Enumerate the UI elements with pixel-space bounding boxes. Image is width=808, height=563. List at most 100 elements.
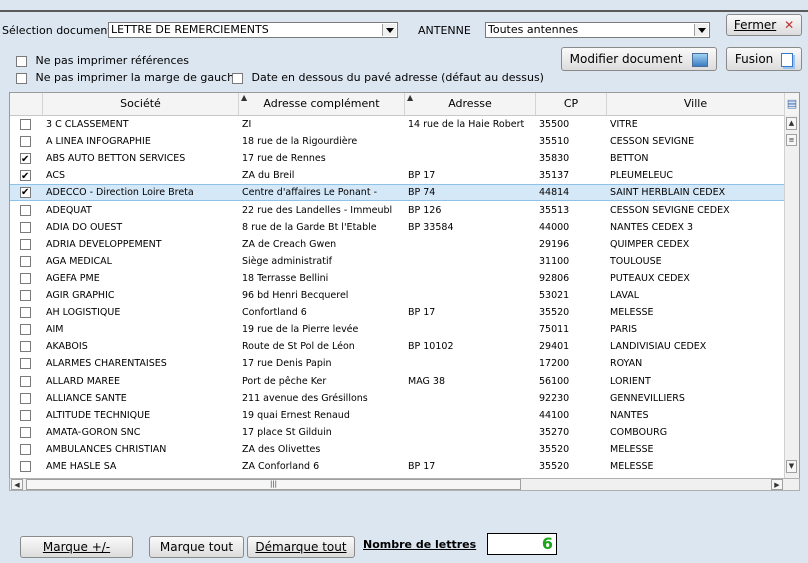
table-row[interactable]: AMBULANCES CHRISTIAN ZA des Olivettes 3552… xyxy=(10,441,786,458)
scroll-up-icon[interactable]: ▲ xyxy=(786,117,797,130)
cell-cp: 31100 xyxy=(539,255,570,267)
row-checkbox[interactable] xyxy=(20,136,31,148)
column-picker-icon[interactable]: ▤ xyxy=(785,93,799,115)
date-below-checkbox[interactable] xyxy=(232,72,243,84)
row-checkbox[interactable] xyxy=(20,290,31,301)
row-checkbox[interactable] xyxy=(20,168,31,184)
marque-tout-button[interactable]: Marque tout xyxy=(149,536,244,558)
document-select[interactable]: LETTRE DE REMERCIEMENTS xyxy=(108,22,398,38)
row-checkbox[interactable] xyxy=(20,204,31,216)
row-checkbox-cell xyxy=(20,133,40,150)
header-adresse-complement[interactable]: ▲ Adresse complément xyxy=(239,93,405,115)
cell-cp: 35500 xyxy=(539,119,570,130)
cell-societe: ACS xyxy=(46,170,65,182)
table-row[interactable]: AGA MEDICAL Siège administratif 31100 TOULO… xyxy=(10,253,786,270)
cell-cp: 35520 xyxy=(539,461,570,472)
row-checkbox[interactable] xyxy=(20,443,31,455)
table-row[interactable]: AKABOIS Route de St Pol de Léon BP 10102 29… xyxy=(10,338,786,355)
demarque-tout-button[interactable]: Démarque tout xyxy=(247,536,355,558)
table-row[interactable]: ADECCO - Direction Loire Breta Centre d'a… xyxy=(10,184,786,202)
hscroll-thumb[interactable]: ||| xyxy=(26,479,521,490)
row-checkbox-cell xyxy=(20,373,40,390)
row-checkbox[interactable] xyxy=(20,324,31,336)
row-checkbox[interactable] xyxy=(20,221,31,233)
table-row[interactable]: AME HASLE SA ZA Conforland 6 BP 17 35520 MEL… xyxy=(10,458,786,475)
fermer-button[interactable]: Fermer ✕ xyxy=(726,14,802,36)
row-checkbox[interactable] xyxy=(20,255,31,267)
scroll-right-icon[interactable]: ▶ xyxy=(771,479,783,490)
row-checkbox[interactable] xyxy=(20,392,31,404)
cell-adresse: BP 33584 xyxy=(408,221,454,233)
row-checkbox[interactable] xyxy=(20,409,31,421)
table-row[interactable]: A LINEA INFOGRAPHIE 18 rue de la Rigourdi… xyxy=(10,133,786,150)
cell-societe: AMBULANCES CHRISTIAN xyxy=(46,443,167,455)
horizontal-scrollbar[interactable]: ◀ ||| ▶ xyxy=(9,478,800,491)
header-ville[interactable]: Ville xyxy=(607,93,785,115)
table-row[interactable]: ABS AUTO BETTON SERVICES 17 rue de Rennes… xyxy=(10,150,786,167)
table-row[interactable]: 3 C CLASSEMENT ZI 14 rue de la Haie Robert… xyxy=(10,116,786,133)
cell-cp: 35520 xyxy=(539,443,570,455)
row-checkbox[interactable] xyxy=(20,151,31,167)
row-checkbox[interactable] xyxy=(20,272,31,284)
table-row[interactable]: ALLIANCE SANTE 211 avenue des Grésillons 9… xyxy=(10,390,786,407)
row-checkbox[interactable] xyxy=(20,426,31,438)
row-checkbox[interactable] xyxy=(20,119,31,130)
row-checkbox[interactable] xyxy=(20,341,31,353)
modifier-document-button[interactable]: Modifier document xyxy=(561,47,717,71)
cell-societe: ABS AUTO BETTON SERVICES xyxy=(46,153,186,165)
scroll-down-icon[interactable]: ▼ xyxy=(786,460,797,473)
vertical-scrollbar[interactable]: ▲ ≡ ▼ xyxy=(784,115,799,489)
table-row[interactable]: AMATA-GORON SNC 17 place St Gilduin 35270 C… xyxy=(10,424,786,441)
fusion-button[interactable]: Fusion xyxy=(726,47,802,71)
table-row[interactable]: ALLARD MAREE Port de pêche Ker MAG 38 56100… xyxy=(10,373,786,390)
letters-grid[interactable]: Société ▲ Adresse complément ▲ Adresse CP … xyxy=(9,92,800,490)
cell-complement: Route de St Pol de Léon xyxy=(242,341,355,353)
scroll-thumb[interactable]: ≡ xyxy=(786,134,797,146)
table-row[interactable]: ADEQUAT 22 rue des Landelles - Immeubl BP … xyxy=(10,202,786,219)
row-checkbox[interactable] xyxy=(20,238,31,250)
table-row[interactable]: ALTITUDE TECHNIQUE 19 quai Ernest Renaud 4… xyxy=(10,407,786,424)
table-row[interactable]: AH LOGISTIQUE Confortland 6 BP 17 35520 MELE… xyxy=(10,304,786,321)
row-checkbox-cell xyxy=(20,304,40,321)
nombre-value: 6 xyxy=(487,533,557,555)
nombre-label: Nombre de lettres xyxy=(363,538,477,551)
no-refs-checkbox[interactable] xyxy=(16,55,27,67)
row-checkbox-cell xyxy=(20,270,40,287)
cell-adresse: BP 74 xyxy=(408,187,436,199)
row-checkbox-cell xyxy=(20,150,40,167)
table-row[interactable]: AGEFA PME 18 Terrasse Bellini 92806 PUTEAUX… xyxy=(10,270,786,287)
row-checkbox-cell xyxy=(20,424,40,441)
scroll-left-icon[interactable]: ◀ xyxy=(11,479,23,490)
row-checkbox[interactable] xyxy=(20,375,31,387)
header-societe[interactable]: Société xyxy=(43,93,239,115)
header-adresse[interactable]: ▲ Adresse xyxy=(405,93,536,115)
cell-cp: 35520 xyxy=(539,307,570,319)
row-checkbox[interactable] xyxy=(20,307,31,319)
no-margin-checkbox[interactable] xyxy=(16,72,27,84)
chevron-down-icon[interactable] xyxy=(694,24,708,36)
cell-complement: 8 rue de la Garde Bt l'Etable xyxy=(242,221,377,233)
chevron-down-icon[interactable] xyxy=(382,24,396,36)
table-row[interactable]: ADIA DO OUEST 8 rue de la Garde Bt l'Etab… xyxy=(10,219,786,236)
cell-ville: CESSON SEVIGNE xyxy=(610,136,695,148)
table-row[interactable]: ACS ZA du Breil BP 17 35137 PLEUMELEUC xyxy=(10,167,786,184)
option-no-margin[interactable]: Ne pas imprimer la marge de gauche xyxy=(16,71,241,84)
cell-ville: PUTEAUX CEDEX xyxy=(610,272,690,284)
option-date-below[interactable]: Date en dessous du pavé adresse (défaut … xyxy=(232,71,544,84)
option-no-refs[interactable]: Ne pas imprimer références xyxy=(16,54,189,67)
cell-complement: 211 avenue des Grésillons xyxy=(242,392,368,404)
cell-complement: Siège administratif xyxy=(242,255,332,267)
table-row[interactable]: ADRIA DEVELOPPEMENT ZA de Creach Gwen 2919… xyxy=(10,236,786,253)
cell-cp: 29196 xyxy=(539,238,570,250)
header-cp[interactable]: CP xyxy=(536,93,607,115)
marque-plus-minus-button[interactable]: Marque +/- xyxy=(20,536,133,558)
table-row[interactable]: ALARMES CHARENTAISES 17 rue Denis Papin 17… xyxy=(10,355,786,372)
table-row[interactable]: AGIR GRAPHIC 96 bd Henri Becquerel 53021 LA… xyxy=(10,287,786,304)
antenne-select[interactable]: Toutes antennes xyxy=(485,22,710,38)
cell-societe: ADEQUAT xyxy=(46,204,92,216)
row-checkbox[interactable] xyxy=(20,185,31,200)
row-checkbox[interactable] xyxy=(20,358,31,370)
row-checkbox[interactable] xyxy=(20,461,31,472)
cell-ville: BETTON xyxy=(610,153,649,165)
table-row[interactable]: AIM 19 rue de la Pierre levée 75011 PARIS xyxy=(10,321,786,338)
